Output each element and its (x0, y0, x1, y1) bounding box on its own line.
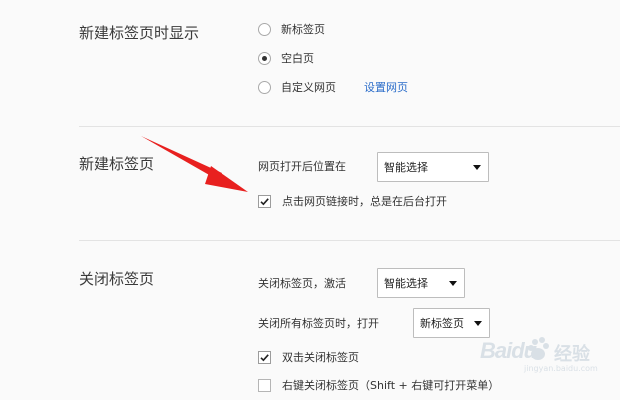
watermark-url: jingyan.baidu.com (524, 364, 598, 373)
watermark-jingyan-text: 经验 (554, 344, 590, 365)
baidu-jingyan-watermark: Baidu 经验 jingyan.baidu.com (480, 334, 598, 378)
watermark-baidu-text: Baidu (480, 338, 537, 363)
